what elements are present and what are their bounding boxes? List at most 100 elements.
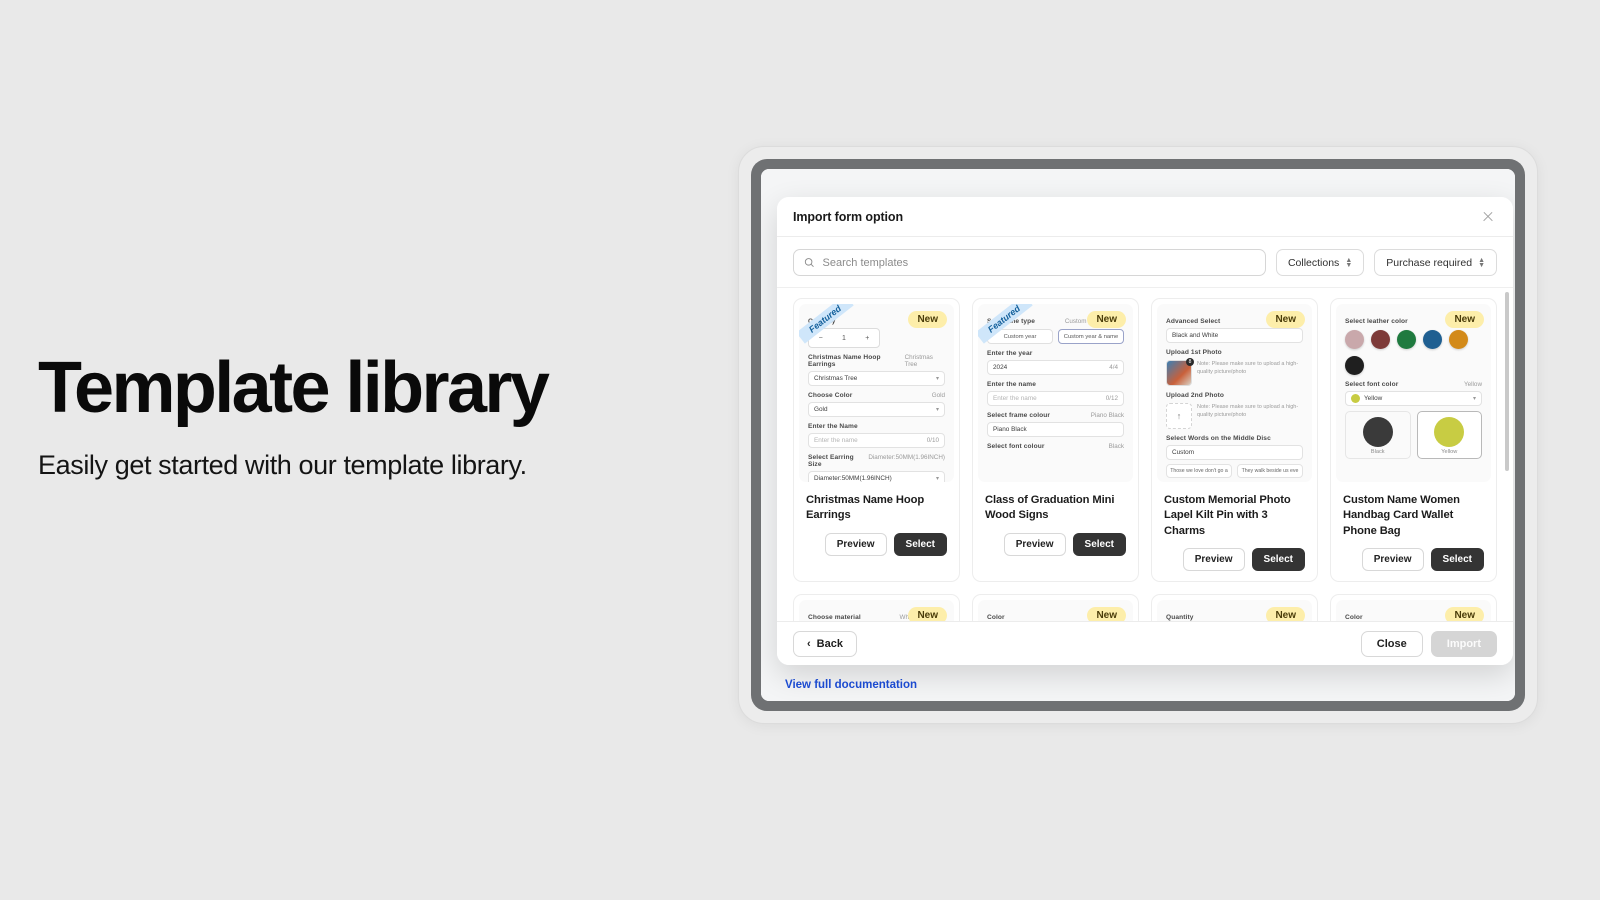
close-button[interactable]: Close bbox=[1360, 630, 1423, 657]
modal-header: Import form option bbox=[777, 197, 1513, 237]
tablet-bezel: View full documentation Import form opti… bbox=[751, 159, 1525, 711]
template-card[interactable]: New Advanced Select Black and White Uplo… bbox=[1151, 298, 1318, 583]
field-select[interactable]: Piano Black bbox=[987, 422, 1124, 437]
color-swatch[interactable] bbox=[1345, 330, 1364, 349]
upload-note: Note: Please make sure to upload a high-… bbox=[1197, 361, 1299, 376]
close-icon[interactable] bbox=[1479, 208, 1497, 226]
tablet-screen: View full documentation Import form opti… bbox=[761, 169, 1515, 701]
import-button[interactable]: Import bbox=[1430, 630, 1497, 657]
color-circle bbox=[1434, 417, 1465, 447]
field-label: Quantity bbox=[1166, 614, 1194, 621]
field-selected: Piano Black bbox=[993, 426, 1027, 433]
template-title: Christmas Name Hoop Earrings bbox=[806, 494, 925, 522]
preview-button[interactable]: Preview bbox=[1182, 548, 1245, 572]
option-chips[interactable]: Those we love don't go a They walk besid… bbox=[1166, 464, 1303, 478]
template-card[interactable]: Featured New Quantity −1+ Christmas Name… bbox=[793, 298, 960, 583]
templates-scroll-area[interactable]: Featured New Quantity −1+ Christmas Name… bbox=[777, 288, 1513, 621]
preview-button[interactable]: Preview bbox=[1003, 532, 1066, 556]
field-select[interactable]: Black and White bbox=[1166, 328, 1303, 343]
template-card[interactable]: New Quantity −1+ Handle & Inside Color W… bbox=[1151, 594, 1318, 621]
filter-collections[interactable]: Collections ▲ ▼ bbox=[1275, 249, 1365, 276]
template-card[interactable]: New Select leather color Burgundy bbox=[1330, 298, 1497, 583]
upload-row[interactable]: 8 Note: Please make sure to upload a hig… bbox=[1166, 358, 1303, 386]
template-meta: Custom Name Women Handbag Card Wallet Ph… bbox=[1331, 487, 1496, 581]
template-actions: Preview Select bbox=[1343, 548, 1484, 572]
new-badge: New bbox=[1266, 607, 1305, 621]
color-swatch[interactable] bbox=[1397, 330, 1416, 349]
color-swatch[interactable] bbox=[1449, 330, 1468, 349]
tablet-device-frame: View full documentation Import form opti… bbox=[738, 146, 1538, 724]
filter-purchase-required-label: Purchase required bbox=[1386, 256, 1473, 269]
search-templates-box[interactable] bbox=[793, 249, 1266, 276]
filter-purchase-required[interactable]: Purchase required ▲ ▼ bbox=[1374, 249, 1497, 276]
upload-row[interactable]: ↑ Note: Please make sure to upload a hig… bbox=[1166, 403, 1303, 429]
field-label: Select frame colour bbox=[987, 412, 1051, 419]
upload-icon[interactable]: ↑ bbox=[1166, 403, 1192, 429]
field-text-input[interactable]: Enter the name 0/10 bbox=[808, 433, 945, 448]
field-label: Enter the name bbox=[987, 381, 1037, 388]
template-actions: Preview Select bbox=[806, 532, 947, 556]
chevron-down-icon: ▾ bbox=[935, 476, 939, 482]
segmented-control[interactable]: Custom year Custom year & name bbox=[987, 329, 1124, 344]
color-option-selected[interactable]: Yellow bbox=[1416, 411, 1482, 459]
scrollbar-thumb[interactable] bbox=[1505, 292, 1509, 471]
template-preview: Featured New Select the type Custom year… bbox=[978, 304, 1133, 482]
field-selected: Custom bbox=[1172, 449, 1195, 456]
field-text-input[interactable]: 2024 4/4 bbox=[987, 360, 1124, 375]
templates-scrollbar[interactable] bbox=[1505, 292, 1509, 617]
template-card[interactable]: New Choose material White Turquoise bbox=[793, 594, 960, 621]
import-form-option-modal: Import form option Collections bbox=[777, 197, 1513, 665]
search-input[interactable] bbox=[822, 256, 1255, 269]
photo-thumbnail[interactable]: 8 bbox=[1166, 358, 1194, 386]
template-card[interactable]: New Color Name bbox=[1330, 594, 1497, 621]
color-caption: Black bbox=[1370, 449, 1385, 455]
field-select[interactable]: Christmas Tree ▾ bbox=[808, 371, 945, 386]
back-button[interactable]: ‹ Back bbox=[793, 630, 857, 657]
field-label: Upload 1st Photo bbox=[1166, 349, 1222, 356]
chip-option[interactable]: Those we love don't go a bbox=[1166, 464, 1232, 478]
chip-option[interactable]: They walk beside us eve bbox=[1237, 464, 1303, 478]
upload-note: Note: Please make sure to upload a high-… bbox=[1197, 404, 1299, 419]
select-button[interactable]: Select bbox=[1430, 548, 1484, 572]
templates-grid: Featured New Quantity −1+ Christmas Name… bbox=[793, 298, 1497, 621]
field-value: Christmas Tree bbox=[904, 354, 933, 368]
view-full-documentation-link[interactable]: View full documentation bbox=[785, 679, 917, 691]
template-card[interactable]: Featured New Select the type Custom year… bbox=[972, 298, 1139, 583]
color-swatch[interactable] bbox=[1345, 356, 1364, 375]
chevron-down-icon: ▾ bbox=[935, 407, 939, 413]
field-select[interactable]: Custom bbox=[1166, 445, 1303, 460]
template-meta: Class of Graduation Mini Wood Signs Prev… bbox=[973, 487, 1138, 566]
template-preview: New Quantity −1+ Handle & Inside Color W… bbox=[1157, 600, 1312, 621]
field-select[interactable]: Gold ▾ bbox=[808, 402, 945, 417]
template-meta: Custom Memorial Photo Lapel Kilt Pin wit… bbox=[1152, 487, 1317, 581]
color-swatch[interactable] bbox=[1371, 330, 1390, 349]
chevron-down-icon: ▾ bbox=[935, 376, 939, 382]
template-preview: New Color Gray bbox=[978, 600, 1133, 621]
color-swatch[interactable] bbox=[1423, 330, 1442, 349]
field-value: Diameter:50MM(1.96INCH) bbox=[868, 454, 945, 461]
font-color-select[interactable]: Yellow ▾ bbox=[1345, 391, 1482, 406]
page-subheadline: Easily get started with our template lib… bbox=[38, 450, 527, 480]
field-selected: Diameter:50MM(1.96INCH) bbox=[814, 475, 892, 482]
font-color-options[interactable]: Black Yellow bbox=[1345, 411, 1482, 459]
chevron-up-down-icon: ▲ ▼ bbox=[1478, 256, 1485, 269]
field-text-input[interactable]: Enter the name 0/12 bbox=[987, 391, 1124, 406]
template-card[interactable]: New Color Gray bbox=[972, 594, 1139, 621]
field-label: Color bbox=[1345, 614, 1363, 621]
preview-button[interactable]: Preview bbox=[1361, 548, 1424, 572]
preview-button[interactable]: Preview bbox=[824, 532, 887, 556]
field-counter: 4/4 bbox=[1109, 364, 1118, 371]
new-badge: New bbox=[1445, 607, 1484, 621]
field-select[interactable]: Diameter:50MM(1.96INCH) ▾ bbox=[808, 471, 945, 482]
select-button[interactable]: Select bbox=[893, 532, 947, 556]
select-button[interactable]: Select bbox=[1072, 532, 1126, 556]
color-option[interactable]: Black bbox=[1345, 411, 1411, 459]
field-selected: Black and White bbox=[1172, 332, 1219, 339]
select-button[interactable]: Select bbox=[1251, 548, 1305, 572]
segment-option-selected[interactable]: Custom year & name bbox=[1058, 329, 1124, 344]
chevron-left-icon: ‹ bbox=[807, 637, 811, 650]
leather-color-swatches[interactable] bbox=[1345, 330, 1482, 375]
page-root: Template library Easily get started with… bbox=[0, 0, 1600, 900]
template-preview: New Choose material White Turquoise bbox=[799, 600, 954, 621]
field-label: Upload 2nd Photo bbox=[1166, 392, 1225, 399]
